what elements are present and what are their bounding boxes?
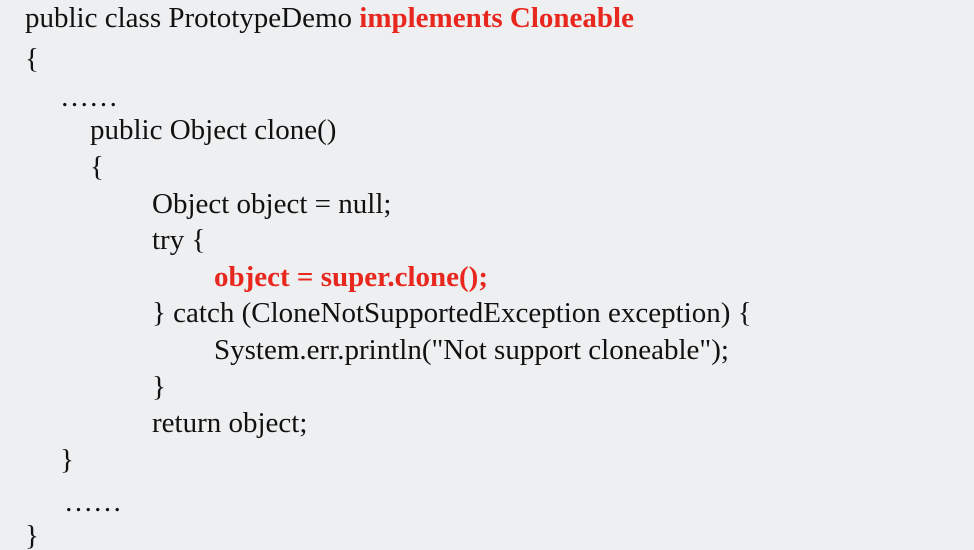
code-line-catch-clause: } catch (CloneNotSupportedException exce… — [152, 297, 752, 329]
code-snippet: public class PrototypeDemo implements Cl… — [0, 0, 974, 550]
code-line-clone-call-highlight: object = super.clone(); — [214, 261, 488, 293]
class-declaration-text: public class PrototypeDemo — [25, 2, 360, 34]
code-line-method-signature: public Object clone() — [90, 114, 337, 146]
code-line-try-open: try { — [152, 224, 206, 256]
code-line-class-open-brace: { — [25, 43, 39, 75]
code-line-class-declaration: public class PrototypeDemo implements Cl… — [25, 4, 634, 33]
code-line-method-close-brace: } — [60, 444, 74, 476]
implements-cloneable-highlight: implements Cloneable — [359, 2, 634, 34]
code-line-class-close-brace: } — [25, 520, 39, 550]
code-line-catch-close-brace: } — [152, 371, 166, 403]
code-line-ellipsis-top: …… — [60, 81, 118, 113]
code-line-print-error: System.err.println("Not support cloneabl… — [214, 334, 729, 366]
code-line-ellipsis-bottom: …… — [64, 486, 122, 518]
code-line-method-open-brace: { — [90, 151, 104, 183]
code-line-return: return object; — [152, 407, 308, 439]
code-line-declaration: Object object = null; — [152, 188, 392, 220]
